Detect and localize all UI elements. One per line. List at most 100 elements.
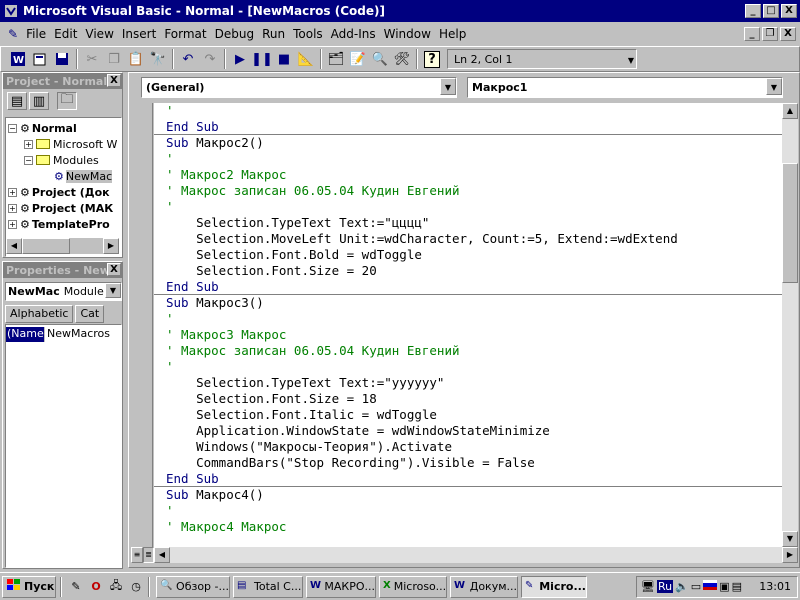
toggle-folders-icon[interactable]: 🗀	[57, 92, 77, 110]
code-line[interactable]: Selection.MoveLeft Unit:=wdCharacter, Co…	[166, 231, 678, 247]
scroll-up-icon[interactable]: ▲	[782, 103, 798, 119]
code-line[interactable]: ' Макрос записан 06.05.04 Кудин Евгений	[166, 343, 460, 359]
expand-icon[interactable]: +	[24, 139, 33, 149]
menu-window[interactable]: Window	[380, 27, 435, 41]
tree-node-modules[interactable]: − Modules	[24, 152, 99, 168]
quicklaunch-opera-icon[interactable]: O	[87, 578, 105, 596]
menu-addins[interactable]: Add-Ins	[327, 27, 380, 41]
scroll-down-icon[interactable]: ▼	[782, 531, 798, 547]
reset-icon[interactable]: ■	[273, 48, 295, 70]
code-line[interactable]: Selection.Font.Bold = wdToggle	[166, 247, 422, 263]
object-selector[interactable]: NewMac Module ▼	[5, 282, 122, 301]
network-tray-icon[interactable]: 🖥	[641, 580, 655, 593]
clock[interactable]: 13:01	[759, 580, 791, 593]
code-line[interactable]: '	[166, 359, 174, 375]
project-explorer-close-button[interactable]: X	[107, 74, 121, 87]
code-line[interactable]: Windows("Макросы-Теория").Activate	[166, 439, 452, 455]
code-line[interactable]: Sub Макрос3()	[166, 295, 264, 311]
code-line[interactable]: '	[166, 503, 174, 519]
tree-node-project2[interactable]: + ⚙ Project (МАК	[8, 200, 113, 216]
scroll-thumb[interactable]	[782, 163, 798, 283]
tray-app-icon[interactable]: ▣	[719, 580, 729, 593]
view-code-icon[interactable]: ▤	[7, 92, 27, 110]
chevron-down-icon[interactable]: ▼	[766, 77, 782, 95]
menu-insert[interactable]: Insert	[118, 27, 160, 41]
code-line[interactable]: Application.WindowState = wdWindowStateM…	[166, 423, 550, 439]
insert-module-icon[interactable]	[29, 48, 51, 70]
project-tree[interactable]: − ⚙ Normal + Microsoft W − Modules ⚙ New…	[5, 117, 122, 257]
code-line[interactable]: '	[166, 199, 174, 215]
speaker-icon[interactable]: 🔈	[675, 580, 689, 593]
project-tree-hscrollbar[interactable]: ◀ ▶	[6, 238, 119, 254]
expand-icon[interactable]: +	[8, 203, 17, 213]
scroll-right-icon[interactable]: ▶	[782, 547, 798, 563]
taskbar-button[interactable]: W Докум...	[450, 575, 518, 598]
scroll-left-icon[interactable]: ◀	[6, 238, 22, 254]
code-line[interactable]: Sub Макрос2()	[166, 135, 264, 151]
paste-icon[interactable]: 📋	[125, 48, 147, 70]
scroll-thumb[interactable]	[22, 238, 70, 254]
flag-ru-icon[interactable]	[703, 580, 718, 593]
menu-edit[interactable]: Edit	[50, 27, 81, 41]
property-value[interactable]: NewMacros	[44, 327, 110, 342]
taskbar-button[interactable]: ▤ Total C...	[233, 575, 303, 598]
code-hscrollbar[interactable]: ◀ ▶	[154, 547, 798, 563]
scroll-right-icon[interactable]: ▶	[103, 238, 119, 254]
word-view-icon[interactable]: W	[7, 48, 29, 70]
run-icon[interactable]: ▶	[229, 48, 251, 70]
quicklaunch-network-icon[interactable]: 🖧	[107, 578, 125, 596]
inner-restore-button[interactable]: ❐	[762, 27, 778, 41]
code-line[interactable]: ' Макрос2 Макрос	[166, 167, 286, 183]
break-icon[interactable]: ❚❚	[251, 48, 273, 70]
menu-help[interactable]: Help	[435, 27, 470, 41]
code-editor[interactable]: ' End Sub Sub Макрос2() ' ' Макрос2 Макрос ' …	[154, 103, 782, 547]
expand-icon[interactable]: +	[8, 187, 17, 197]
tree-node-project1[interactable]: + ⚙ Project (Док	[8, 184, 110, 200]
close-button[interactable]: X	[781, 4, 797, 18]
code-line[interactable]: '	[166, 151, 174, 167]
inner-minimize-button[interactable]: _	[744, 27, 760, 41]
taskbar-button[interactable]: W МАКРО...	[306, 575, 376, 598]
code-line[interactable]: End Sub	[166, 119, 219, 135]
menu-tools[interactable]: Tools	[289, 27, 327, 41]
find-icon[interactable]: 🔭	[147, 48, 169, 70]
taskbar-button[interactable]: X Microso...	[379, 575, 447, 598]
help-icon[interactable]: ?	[421, 48, 443, 70]
code-line[interactable]: Selection.TypeText Text:="цццц"	[166, 215, 429, 231]
expand-icon[interactable]: +	[8, 219, 17, 229]
start-button[interactable]: Пуск	[2, 575, 56, 598]
code-line[interactable]: ' Макрос3 Макрос	[166, 327, 286, 343]
tab-alphabetic[interactable]: Alphabetic	[5, 305, 74, 323]
copy-icon[interactable]: ❐	[103, 48, 125, 70]
menu-debug[interactable]: Debug	[211, 27, 258, 41]
code-line[interactable]: ' Макрос4 Макрос	[166, 519, 286, 535]
menu-run[interactable]: Run	[258, 27, 289, 41]
properties-close-button[interactable]: X	[107, 263, 121, 276]
quicklaunch-edit-icon[interactable]: ✎	[67, 578, 85, 596]
undo-icon[interactable]: ↶	[177, 48, 199, 70]
code-line[interactable]: '	[166, 103, 174, 119]
minimize-button[interactable]: _	[745, 4, 761, 18]
taskbar-button[interactable]: ✎ Micro...	[521, 575, 587, 598]
save-icon[interactable]	[51, 48, 73, 70]
property-row[interactable]: (Name) NewMacros	[6, 327, 119, 342]
code-line[interactable]: Selection.Font.Size = 20	[166, 263, 377, 279]
margin-indicator-bar[interactable]	[131, 103, 153, 547]
scroll-left-icon[interactable]: ◀	[154, 547, 170, 563]
tree-node-normal[interactable]: − ⚙ Normal	[8, 120, 77, 136]
taskbar-button[interactable]: 🔍 Обзор -...	[156, 575, 230, 598]
menu-icon[interactable]: ✎	[4, 27, 22, 41]
toolbar-options-icon[interactable]: ▼	[628, 56, 634, 65]
menu-view[interactable]: View	[81, 27, 117, 41]
object-combo[interactable]: (General) ▼	[141, 76, 457, 98]
code-line[interactable]: CommandBars("Stop Recording").Visible = …	[166, 455, 535, 471]
language-indicator[interactable]: Ru	[656, 580, 674, 593]
tree-node-newmacros[interactable]: ⚙ NewMac	[54, 168, 113, 184]
menu-file[interactable]: File	[22, 27, 50, 41]
quicklaunch-clock-icon[interactable]: ◷	[127, 578, 145, 596]
collapse-icon[interactable]: −	[8, 123, 17, 133]
maximize-button[interactable]: □	[763, 4, 779, 18]
display-tray-icon[interactable]: ▭	[691, 580, 701, 593]
chevron-down-icon[interactable]: ▼	[440, 77, 456, 95]
code-line[interactable]: '	[166, 311, 174, 327]
